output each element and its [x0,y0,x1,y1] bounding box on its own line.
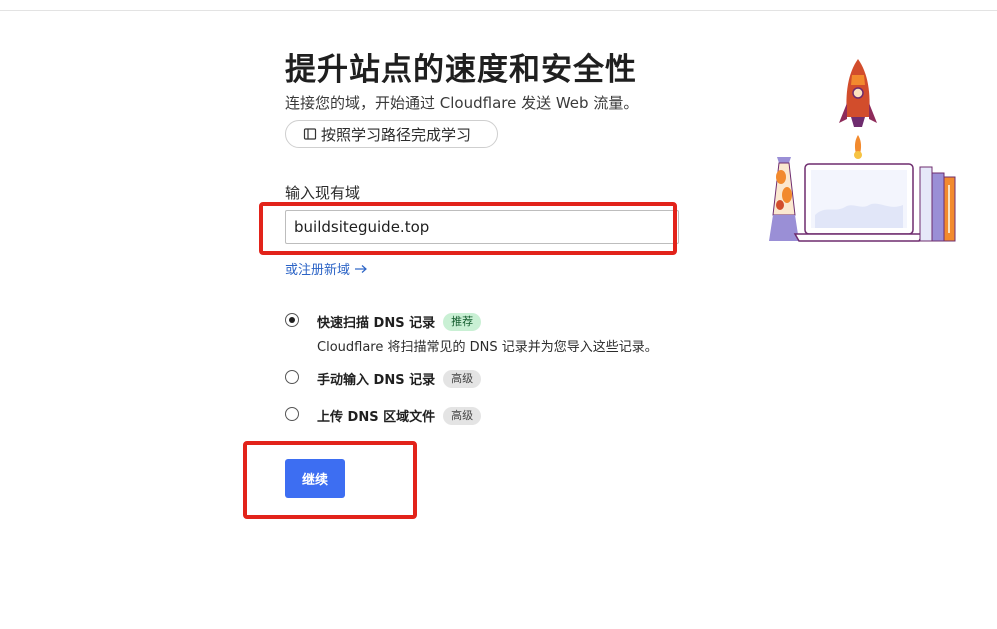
page-title: 提升站点的速度和安全性 [285,52,637,88]
option-manual-entry-title: 手动输入 DNS 记录 [317,373,436,388]
advanced-badge: 高级 [443,406,482,425]
learning-path-button[interactable]: 按照学习路径完成学习 [285,120,498,148]
rocket-icon [839,59,877,159]
top-divider [0,10,997,11]
option-upload-zone-file-title: 上传 DNS 区域文件 [317,410,436,425]
book-icon [303,127,317,141]
option-quick-scan-body: 快速扫描 DNS 记录 推荐 Cloudflare 将扫描常见的 DNS 记录并… [317,312,658,355]
laptop-icon [793,163,925,242]
option-manual-entry-body: 手动输入 DNS 记录 高级 [317,369,482,388]
register-link-label: 或注册新域 [285,263,351,278]
radio-quick-scan[interactable] [285,313,299,327]
option-quick-scan-title-row: 快速扫描 DNS 记录 推荐 [317,312,658,331]
radio-upload-zone-file[interactable] [285,407,299,421]
arrow-right-icon [354,264,368,274]
rocket-laptop-illustration [769,59,956,242]
option-quick-scan-description: Cloudflare 将扫描常见的 DNS 记录并为您导入这些记录。 [317,340,658,355]
learning-path-label: 按照学习路径完成学习 [321,125,472,144]
option-upload-zone-file-body: 上传 DNS 区域文件 高级 [317,406,482,425]
register-new-domain-link[interactable]: 或注册新域 [285,259,368,278]
page-subtitle: 连接您的域，开始通过 Cloudflare 发送 Web 流量。 [285,94,639,112]
option-upload-zone-file-title-row: 上传 DNS 区域文件 高级 [317,406,482,425]
option-upload-zone-file[interactable]: 上传 DNS 区域文件 高级 [285,406,482,425]
advanced-badge: 高级 [443,369,482,388]
option-manual-entry[interactable]: 手动输入 DNS 记录 高级 [285,369,482,388]
books-icon [919,166,956,242]
option-quick-scan[interactable]: 快速扫描 DNS 记录 推荐 Cloudflare 将扫描常见的 DNS 记录并… [285,312,658,355]
radio-manual-entry[interactable] [285,370,299,384]
recommended-badge: 推荐 [443,312,482,331]
continue-button[interactable]: 继续 [285,459,345,498]
lava-lamp-icon [769,157,799,241]
domain-input[interactable] [285,210,679,244]
option-manual-entry-title-row: 手动输入 DNS 记录 高级 [317,369,482,388]
domain-input-label: 输入现有域 [285,184,361,202]
option-quick-scan-title: 快速扫描 DNS 记录 [317,316,436,331]
